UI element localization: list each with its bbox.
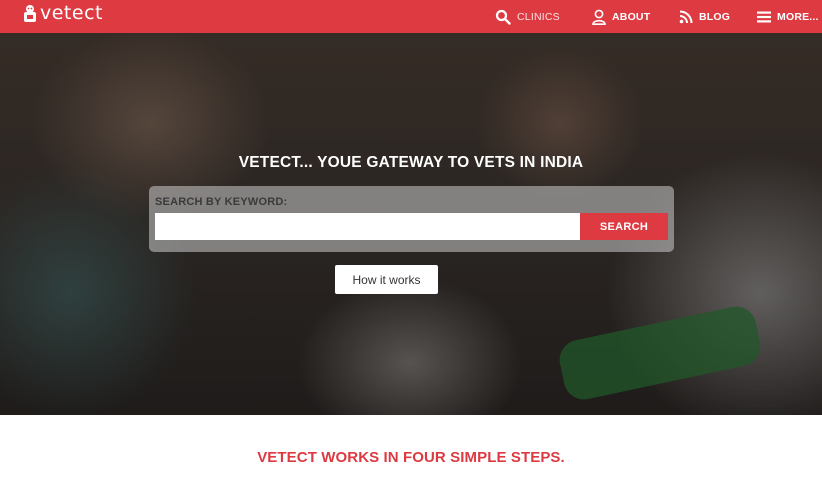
nav-clinics-label: CLINICS [517,10,560,23]
search-input[interactable] [155,213,580,240]
user-icon [592,9,606,25]
how-it-works-button[interactable]: How it works [335,265,438,294]
hero-title: VETECT... YOUE GATEWAY TO VETS IN INDIA [238,154,584,171]
top-navigation-bar: vetect CLINICS ABOUT BLOG MORE... [0,0,822,33]
nav-blog[interactable]: BLOG [679,0,730,33]
hero-banner: VETECT... YOUE GATEWAY TO VETS IN INDIA … [0,33,822,415]
search-button[interactable]: SEARCH [580,213,668,240]
nav-more-label: MORE... [777,10,819,23]
nav-about-label: ABOUT [612,10,651,23]
steps-section-title: VETECT WORKS IN FOUR SIMPLE STEPS. [257,449,565,466]
search-icon [495,9,511,25]
nav-about[interactable]: ABOUT [592,0,650,33]
search-panel: SEARCH BY KEYWORD: SEARCH [149,186,674,252]
brand-logo[interactable]: vetect [22,1,103,25]
logo-text: vetect [40,1,103,24]
rss-icon [679,10,693,23]
dog-badge-icon [24,5,36,22]
nav-more[interactable]: MORE... [757,0,819,33]
nav-blog-label: BLOG [699,10,731,23]
menu-icon [757,11,771,22]
search-label: SEARCH BY KEYWORD: [155,196,288,208]
nav-clinics[interactable]: CLINICS [495,0,560,33]
